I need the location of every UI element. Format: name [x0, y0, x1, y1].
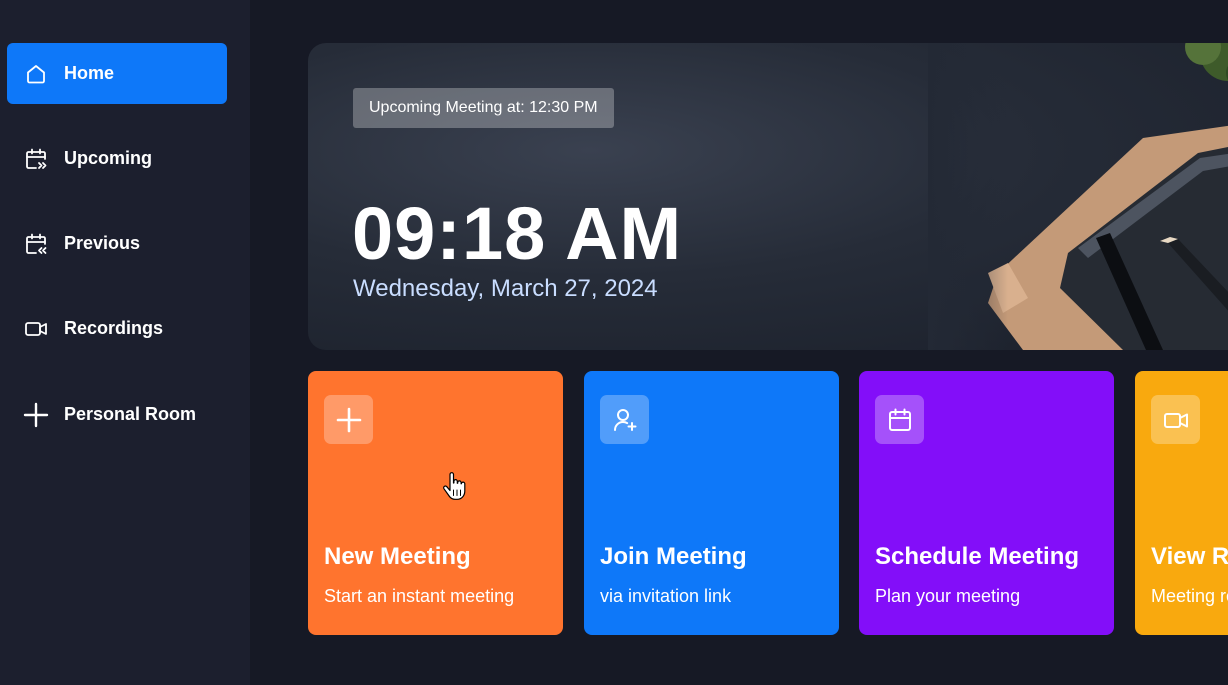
card-subtitle: Meeting recordings	[1151, 586, 1228, 606]
hero-banner: Upcoming Meeting at: 12:30 PM 09:18 AM W…	[308, 43, 1228, 350]
hand-cursor-icon	[443, 472, 466, 500]
current-time: 09:18 AM	[352, 192, 683, 275]
card-subtitle: Plan your meeting	[875, 586, 1021, 606]
sidebar-item-recordings[interactable]: Recordings	[7, 298, 227, 359]
sidebar-item-previous[interactable]: Previous	[7, 213, 227, 274]
card-subtitle: via invitation link	[600, 586, 732, 606]
plus-icon	[23, 402, 49, 428]
video-icon	[23, 316, 49, 342]
view-recordings-card[interactable]: View Recordings Meeting recordings	[1135, 371, 1228, 635]
calendar-back-icon	[23, 231, 49, 257]
desk-notebook-image	[928, 43, 1228, 350]
sidebar-item-label: Upcoming	[64, 148, 152, 168]
sidebar-item-label: Personal Room	[64, 404, 197, 424]
card-subtitle: Start an instant meeting	[324, 586, 515, 606]
video-icon	[1151, 395, 1200, 444]
sidebar: Home Upcoming Previous Recordings Person	[0, 0, 250, 685]
upcoming-meeting-badge: Upcoming Meeting at: 12:30 PM	[353, 88, 614, 128]
sidebar-item-upcoming[interactable]: Upcoming	[7, 128, 227, 189]
sidebar-item-label: Previous	[64, 233, 141, 253]
sidebar-item-home[interactable]: Home	[7, 43, 227, 104]
calendar-icon	[875, 395, 924, 444]
card-title: Schedule Meeting	[875, 543, 1080, 570]
app: Home Upcoming Previous Recordings Person	[0, 0, 1228, 685]
sidebar-item-personal-room[interactable]: Personal Room	[7, 384, 227, 445]
sidebar-item-label: Recordings	[64, 318, 164, 338]
join-meeting-card[interactable]: Join Meeting via invitation link	[584, 371, 839, 635]
current-date: Wednesday, March 27, 2024	[353, 275, 658, 302]
calendar-forward-icon	[23, 146, 49, 172]
sidebar-item-label: Home	[64, 63, 115, 83]
card-title: Join Meeting	[600, 543, 747, 570]
card-title: View Recordings	[1151, 543, 1228, 570]
home-icon	[23, 61, 49, 87]
user-add-icon	[600, 395, 649, 444]
card-title: New Meeting	[324, 543, 471, 570]
plus-icon	[324, 395, 373, 444]
new-meeting-card[interactable]: New Meeting Start an instant meeting	[308, 371, 563, 635]
schedule-meeting-card[interactable]: Schedule Meeting Plan your meeting	[859, 371, 1114, 635]
